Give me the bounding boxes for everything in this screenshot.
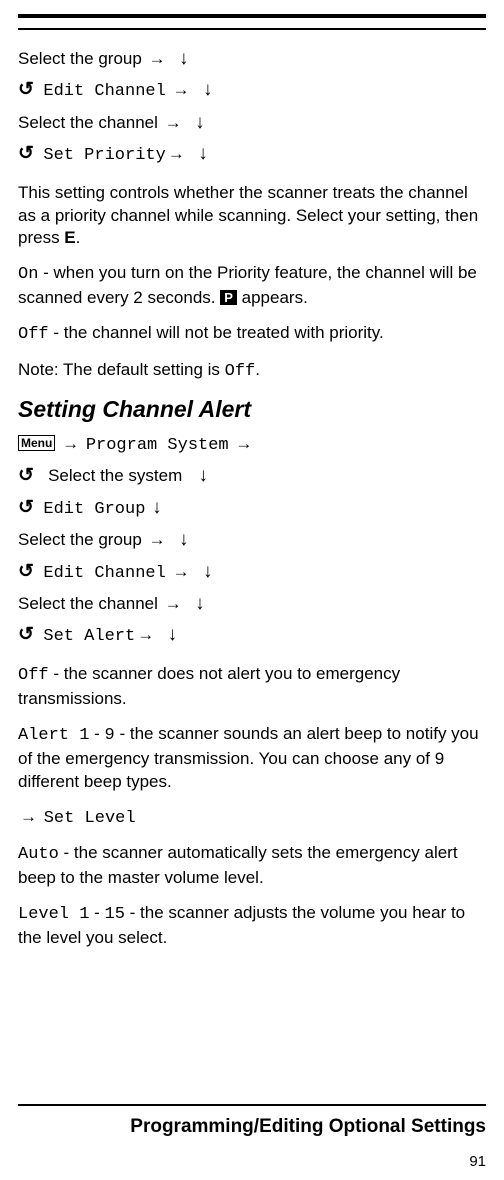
nav-text: Select the channel <box>18 594 158 613</box>
option-label: Off <box>225 362 256 381</box>
option-label: 9 <box>105 726 115 745</box>
nav-line: Select the group → ↓ <box>18 44 486 73</box>
nav-line: ↺ Edit Group ↓ <box>18 493 486 523</box>
arrow-down-icon: ↓ <box>177 44 191 73</box>
body-text: . <box>255 360 260 379</box>
nav-line: Select the group → ↓ <box>18 525 486 554</box>
nav-text-mono: Edit Channel <box>43 82 165 101</box>
nav-line: ↺ Set Alert→ ↓ <box>18 620 486 650</box>
option-label: Off <box>18 666 49 685</box>
priority-badge-icon: P <box>220 290 237 305</box>
nav-text: Select the group <box>18 49 142 68</box>
arrow-right-icon: → <box>171 77 192 103</box>
option-label: 15 <box>105 905 125 924</box>
option-label: Off <box>18 325 49 344</box>
footer-rule <box>18 1104 486 1106</box>
refresh-icon: ↺ <box>18 557 34 586</box>
refresh-icon: ↺ <box>18 461 34 490</box>
arrow-right-icon: → <box>147 527 168 553</box>
nav-line: Select the channel → ↓ <box>18 108 486 137</box>
nav-line: Menu → Program System → <box>18 431 486 459</box>
arrow-down-icon: ↓ <box>193 589 207 618</box>
refresh-icon: ↺ <box>18 493 34 522</box>
arrow-right-icon: → <box>147 46 168 72</box>
refresh-icon: ↺ <box>18 75 34 104</box>
nav-line: Select the channel → ↓ <box>18 589 486 618</box>
paragraph: Off - the channel will not be treated wi… <box>18 322 486 347</box>
paragraph: Level 1 - 15 - the scanner adjusts the v… <box>18 902 486 950</box>
paragraph: Auto - the scanner automatically sets th… <box>18 842 486 890</box>
body-text: - <box>89 903 104 922</box>
nav-line: ↺ Select the system ↓ <box>18 461 486 490</box>
arrow-right-icon: → <box>18 806 39 829</box>
section-heading: Setting Channel Alert <box>18 396 486 423</box>
arrow-right-icon: → <box>60 431 81 457</box>
arrow-down-icon: ↓ <box>177 525 191 554</box>
body-text: . <box>76 228 81 247</box>
body-text: - the channel will not be treated with p… <box>49 323 384 342</box>
arrow-down-icon: ↓ <box>201 75 215 104</box>
paragraph: Alert 1 - 9 - the scanner sounds an aler… <box>18 723 486 794</box>
arrow-right-icon: → <box>135 622 156 648</box>
top-rule-group <box>18 0 486 30</box>
option-label: Set Level <box>44 809 136 828</box>
arrow-down-icon: ↓ <box>193 108 207 137</box>
paragraph: Note: The default setting is Off. <box>18 359 486 384</box>
body-text: Note: The default setting is <box>18 360 225 379</box>
body-text: - <box>89 724 104 743</box>
paragraph: This setting controls whether the scanne… <box>18 182 486 251</box>
content: Select the group → ↓ ↺ Edit Channel → ↓ … <box>18 30 486 950</box>
body-text: This setting controls whether the scanne… <box>18 183 478 248</box>
nav-text-mono: Edit Group <box>43 500 145 519</box>
page-number: 91 <box>469 1153 486 1170</box>
refresh-icon: ↺ <box>18 139 34 168</box>
option-label: Alert 1 <box>18 726 89 745</box>
nav-line: ↺ Edit Channel → ↓ <box>18 75 486 105</box>
menu-key-icon: Menu <box>18 435 55 451</box>
arrow-right-icon: → <box>233 431 254 457</box>
arrow-down-icon: ↓ <box>196 139 210 168</box>
paragraph: → Set Level <box>18 806 486 831</box>
nav-text-mono: Edit Channel <box>43 564 165 583</box>
paragraph: On - when you turn on the Priority featu… <box>18 262 486 310</box>
arrow-down-icon: ↓ <box>150 493 164 522</box>
nav-text: Select the system <box>48 466 182 485</box>
arrow-right-icon: → <box>166 141 187 167</box>
body-text: appears. <box>237 288 308 307</box>
nav-text: Select the group <box>18 530 142 549</box>
option-label: On <box>18 265 38 284</box>
arrow-down-icon: ↓ <box>196 461 210 490</box>
option-label: Level 1 <box>18 905 89 924</box>
arrow-right-icon: → <box>163 110 184 136</box>
paragraph: Off - the scanner does not alert you to … <box>18 663 486 711</box>
body-text: - the scanner does not alert you to emer… <box>18 664 400 708</box>
refresh-icon: ↺ <box>18 620 34 649</box>
nav-text: Select the channel <box>18 113 158 132</box>
arrow-down-icon: ↓ <box>166 620 180 649</box>
option-label: Auto <box>18 845 59 864</box>
arrow-right-icon: → <box>163 591 184 617</box>
nav-line: ↺ Set Priority→ ↓ <box>18 139 486 169</box>
body-text: - the scanner automatically sets the eme… <box>18 843 458 887</box>
key-label: E <box>64 228 75 247</box>
page: Select the group → ↓ ↺ Edit Channel → ↓ … <box>0 0 504 1180</box>
nav-line: ↺ Edit Channel → ↓ <box>18 557 486 587</box>
nav-text-mono: Program System <box>86 436 229 455</box>
nav-text-mono: Set Priority <box>43 146 165 165</box>
nav-text-mono: Set Alert <box>43 627 135 646</box>
footer-title: Programming/Editing Optional Settings <box>18 1116 486 1138</box>
arrow-down-icon: ↓ <box>201 557 215 586</box>
arrow-right-icon: → <box>171 559 192 585</box>
